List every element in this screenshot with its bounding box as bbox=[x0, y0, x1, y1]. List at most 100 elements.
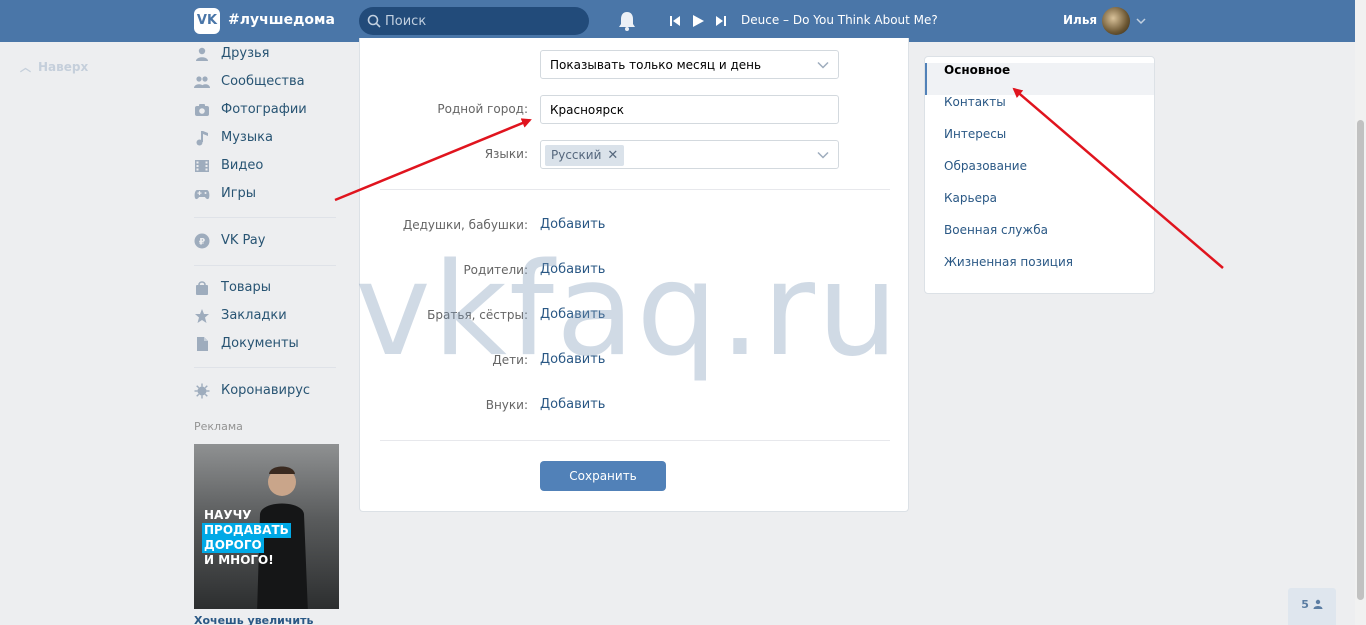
person-icon bbox=[1313, 599, 1323, 609]
star-icon bbox=[195, 309, 209, 323]
scroll-up-link[interactable]: ︿ Наверх bbox=[20, 59, 88, 75]
nav-item-coronavirus[interactable]: Коронавирус bbox=[194, 381, 339, 403]
grandparents-label: Дедушки, бабушки: bbox=[402, 218, 528, 232]
avatar[interactable] bbox=[1102, 7, 1130, 35]
hashtag-link[interactable]: #лучшедома bbox=[228, 12, 335, 28]
ad-text-line: И МНОГО! bbox=[204, 553, 274, 567]
current-track[interactable]: Deuce – Do You Think About Me? bbox=[741, 13, 938, 27]
vk-logo[interactable]: VK bbox=[194, 8, 220, 34]
nav-label: Закладки bbox=[221, 308, 287, 323]
ad-text-line: НАУЧУ bbox=[204, 508, 252, 522]
search-box[interactable] bbox=[359, 7, 589, 35]
next-track-icon[interactable] bbox=[713, 13, 729, 29]
children-label: Дети: bbox=[492, 353, 528, 367]
hometown-label: Родной город: bbox=[437, 102, 528, 116]
nav-label: VK Pay bbox=[221, 233, 266, 248]
search-input[interactable] bbox=[385, 7, 585, 35]
menu-item-contacts[interactable]: Контакты bbox=[925, 95, 1154, 127]
scroll-up-label: Наверх bbox=[38, 60, 89, 74]
add-parents-link[interactable]: Добавить bbox=[540, 262, 605, 277]
vkpay-icon: ₽ bbox=[194, 233, 210, 249]
menu-item-military[interactable]: Военная служба bbox=[925, 223, 1154, 255]
section-divider bbox=[380, 440, 890, 441]
arrow-up-icon: ︿ bbox=[20, 61, 31, 74]
ad-text-line: ПРОДАВАТЬ bbox=[202, 523, 291, 538]
nav-label: Видео bbox=[221, 158, 264, 173]
nav-item-documents[interactable]: Документы bbox=[194, 334, 339, 356]
ad-text-line: ДОРОГО bbox=[202, 538, 264, 553]
nav-item-bookmarks[interactable]: Закладки bbox=[194, 306, 339, 328]
menu-item-life-position[interactable]: Жизненная позиция bbox=[925, 255, 1154, 287]
online-friends-button[interactable]: 5 bbox=[1288, 588, 1336, 625]
search-icon bbox=[367, 14, 381, 28]
chevron-down-icon[interactable] bbox=[1136, 17, 1146, 25]
nav-item-music[interactable]: Музыка bbox=[194, 128, 339, 150]
scrollbar-thumb[interactable] bbox=[1357, 120, 1364, 600]
nav-item-groups[interactable]: Сообщества bbox=[194, 72, 339, 94]
friends-icon bbox=[196, 47, 208, 61]
svg-text:₽: ₽ bbox=[199, 238, 205, 248]
chevron-down-icon bbox=[817, 151, 829, 159]
ads-title: Реклама bbox=[194, 420, 243, 433]
add-siblings-link[interactable]: Добавить bbox=[540, 307, 605, 322]
menu-item-main[interactable]: Основное bbox=[925, 63, 1154, 95]
grandchildren-label: Внуки: bbox=[485, 398, 528, 412]
play-icon[interactable] bbox=[690, 13, 706, 29]
nav-label: Документы bbox=[221, 336, 299, 351]
hometown-value: Красноярск bbox=[550, 103, 624, 117]
nav-item-friends[interactable]: Друзья bbox=[194, 44, 339, 66]
nav-item-goods[interactable]: Товары bbox=[194, 278, 339, 300]
birthday-visibility-select[interactable]: Показывать только месяц и день bbox=[540, 50, 839, 79]
nav-item-vkpay[interactable]: ₽ VK Pay bbox=[194, 231, 339, 253]
close-icon[interactable]: ✕ bbox=[607, 145, 618, 166]
nav-label: Сообщества bbox=[221, 74, 305, 89]
camera-icon bbox=[195, 104, 209, 116]
nav-item-games[interactable]: Игры bbox=[194, 184, 339, 206]
section-divider bbox=[380, 189, 890, 190]
add-grandchildren-link[interactable]: Добавить bbox=[540, 397, 605, 412]
nav-label: Друзья bbox=[221, 46, 270, 61]
page-scrollbar[interactable] bbox=[1355, 0, 1366, 625]
parents-label: Родители: bbox=[463, 263, 528, 277]
add-children-link[interactable]: Добавить bbox=[540, 352, 605, 367]
nav-label: Музыка bbox=[221, 130, 273, 145]
groups-icon bbox=[194, 76, 210, 88]
menu-item-career[interactable]: Карьера bbox=[925, 191, 1154, 223]
nav-label: Коронавирус bbox=[221, 383, 311, 398]
menu-item-interests[interactable]: Интересы bbox=[925, 127, 1154, 159]
nav-divider bbox=[194, 217, 336, 218]
settings-menu: Основное Контакты Интересы Образование К… bbox=[924, 56, 1155, 294]
chevron-down-icon bbox=[817, 61, 829, 69]
languages-field[interactable]: Русский ✕ bbox=[540, 140, 839, 169]
nav-item-photos[interactable]: Фотографии bbox=[194, 100, 339, 122]
nav-item-video[interactable]: Видео bbox=[194, 156, 339, 178]
document-icon bbox=[197, 337, 208, 351]
user-name[interactable]: Илья bbox=[1063, 13, 1097, 27]
ad-banner[interactable]: НАУЧУ ПРОДАВАТЬ ДОРОГО И МНОГО! bbox=[194, 444, 339, 609]
save-button[interactable]: Сохранить bbox=[540, 461, 666, 491]
bell-icon[interactable] bbox=[617, 10, 637, 32]
birthday-visibility-value: Показывать только месяц и день bbox=[550, 58, 762, 72]
online-friends-count: 5 bbox=[1301, 598, 1309, 611]
nav-divider bbox=[194, 265, 336, 266]
menu-item-education[interactable]: Образование bbox=[925, 159, 1154, 191]
siblings-label: Братья, сёстры: bbox=[427, 308, 528, 322]
gamepad-icon bbox=[194, 190, 210, 200]
previous-track-icon[interactable] bbox=[667, 13, 683, 29]
language-chip-label: Русский bbox=[551, 148, 602, 162]
add-grandparents-link[interactable]: Добавить bbox=[540, 217, 605, 232]
ad-caption-link[interactable]: Хочешь увеличить bbox=[194, 614, 313, 625]
video-icon bbox=[195, 160, 209, 172]
top-header: VK #лучшедома Deuce – Do You Think About… bbox=[0, 0, 1366, 42]
language-chip: Русский ✕ bbox=[545, 145, 625, 166]
nav-divider bbox=[194, 367, 336, 368]
nav-label: Игры bbox=[221, 186, 257, 201]
nav-label: Товары bbox=[221, 280, 272, 295]
edit-profile-card: Показывать только месяц и день Родной го… bbox=[359, 38, 909, 512]
virus-icon bbox=[194, 383, 210, 399]
languages-label: Языки: bbox=[484, 147, 528, 161]
hometown-field[interactable]: Красноярск bbox=[540, 95, 839, 124]
bag-icon bbox=[196, 281, 208, 295]
music-icon bbox=[196, 131, 208, 146]
nav-label: Фотографии bbox=[221, 102, 307, 117]
